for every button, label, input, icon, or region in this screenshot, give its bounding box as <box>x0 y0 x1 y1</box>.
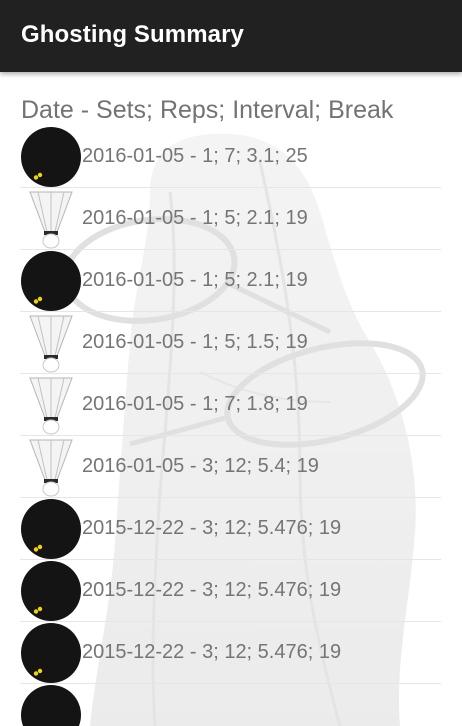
session-summary-text: 2016-01-05 - 1; 5; 2.1; 19 <box>82 269 308 291</box>
app-screen: Ghosting Summary Date - Sets; Reps; Inte… <box>0 0 462 726</box>
squash-ball-icon <box>21 623 81 683</box>
shuttlecock-icon <box>29 191 73 249</box>
squash-ball-icon <box>21 499 81 559</box>
list-item[interactable]: 2015-12-22 - 3; 12; 5.476; 19 <box>20 560 441 622</box>
list-item[interactable]: 2016-01-05 - 1; 7; 3.1; 25 <box>20 126 441 188</box>
list-item[interactable]: 2016-01-05 - 3; 12; 5.4; 19 <box>20 436 441 498</box>
app-toolbar: Ghosting Summary <box>0 0 462 72</box>
squash-ball-icon <box>21 685 81 726</box>
shuttlecock-icon <box>29 377 73 435</box>
squash-ball-icon <box>21 127 81 187</box>
session-summary-text: 2015-12-22 - 3; 12; 5.476; 19 <box>82 517 342 539</box>
list-item[interactable]: 2016-01-05 - 1; 7; 1.8; 19 <box>20 374 441 436</box>
shuttlecock-icon <box>29 439 73 497</box>
session-summary-text: 2016-01-05 - 3; 12; 5.4; 19 <box>82 455 319 477</box>
list-item[interactable]: 2016-01-05 - 1; 5; 2.1; 19 <box>20 188 441 250</box>
toolbar-title: Ghosting Summary <box>21 21 244 48</box>
list-item[interactable]: 2016-01-05 - 1; 5; 2.1; 19 <box>20 250 441 312</box>
session-summary-text: 2016-01-05 - 1; 7; 1.8; 19 <box>82 393 308 415</box>
session-summary-text: 2016-01-05 - 1; 5; 1.5; 19 <box>82 331 308 353</box>
list-item[interactable] <box>20 684 441 726</box>
list-item[interactable]: 2015-12-22 - 3; 12; 5.476; 19 <box>20 622 441 684</box>
list-item[interactable]: 2016-01-05 - 1; 5; 1.5; 19 <box>20 312 441 374</box>
session-summary-text: 2015-12-22 - 3; 12; 5.476; 19 <box>82 641 342 663</box>
session-summary-text: 2016-01-05 - 1; 7; 3.1; 25 <box>82 145 308 167</box>
list-header: Date - Sets; Reps; Interval; Break <box>21 96 394 124</box>
session-summary-text: 2016-01-05 - 1; 5; 2.1; 19 <box>82 207 308 229</box>
session-summary-text: 2015-12-22 - 3; 12; 5.476; 19 <box>82 579 342 601</box>
shuttlecock-icon <box>29 315 73 373</box>
squash-ball-icon <box>21 561 81 621</box>
summary-content: Date - Sets; Reps; Interval; Break 2016-… <box>0 72 462 726</box>
ghosting-session-list: 2016-01-05 - 1; 7; 3.1; 25 2016-01-05 - … <box>20 126 441 726</box>
squash-ball-icon <box>21 251 81 311</box>
list-item[interactable]: 2015-12-22 - 3; 12; 5.476; 19 <box>20 498 441 560</box>
